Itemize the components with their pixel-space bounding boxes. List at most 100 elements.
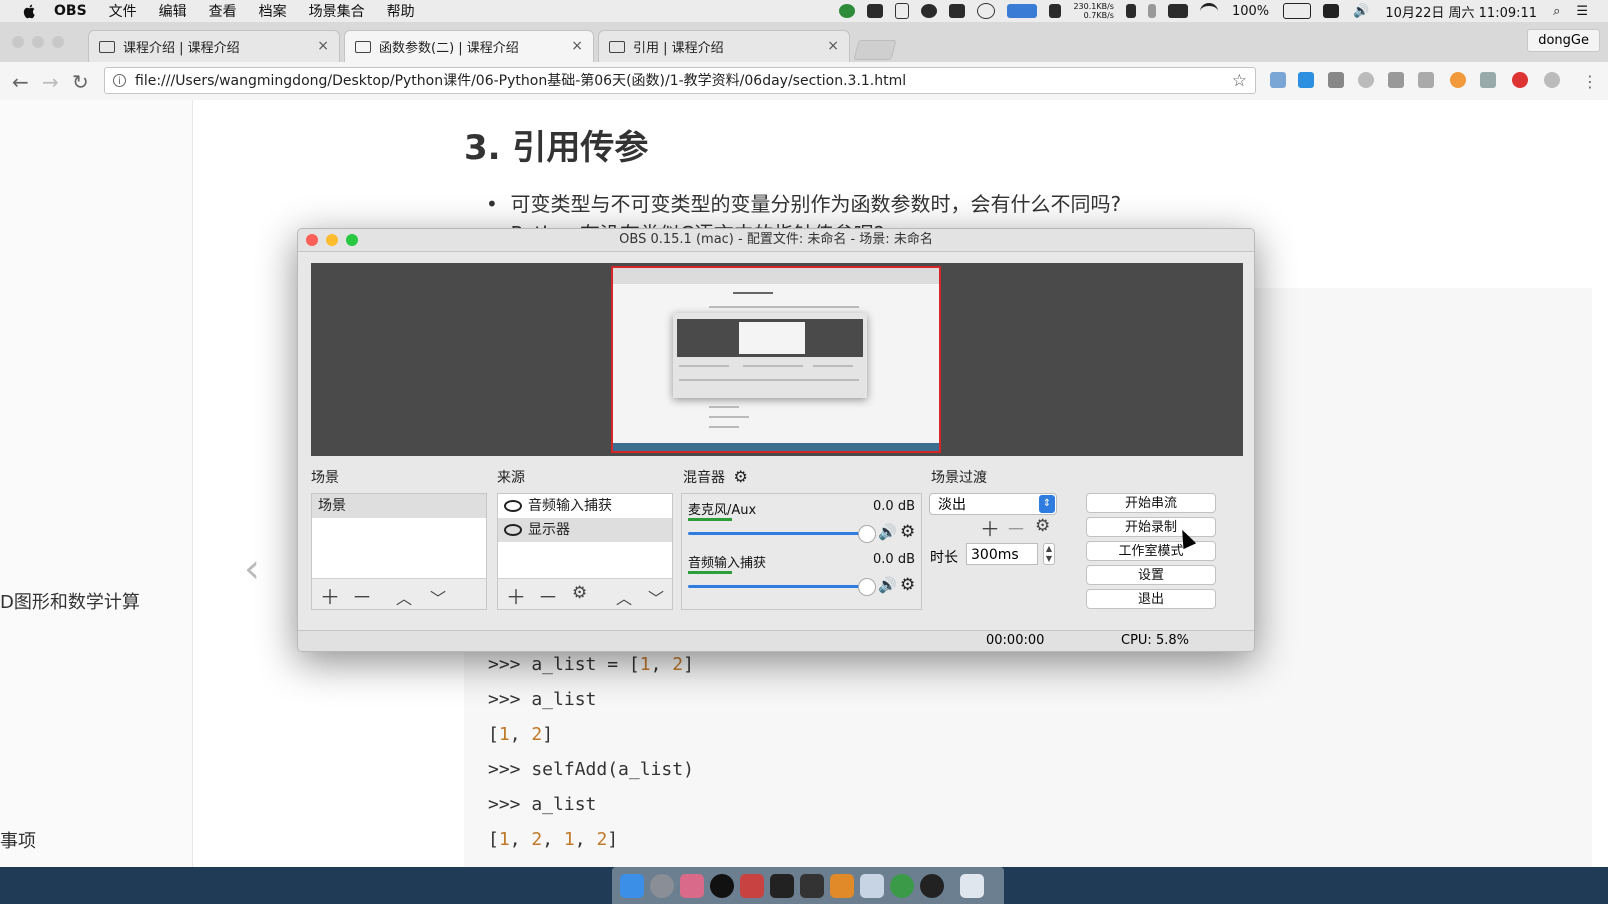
tab-reference[interactable]: 引用 | 课程介绍 × [598, 30, 850, 62]
notification-center-icon[interactable]: ☰ [1576, 4, 1588, 19]
memory-icon[interactable] [1049, 4, 1062, 18]
close-tab-icon[interactable]: × [827, 38, 839, 54]
wifi-icon[interactable] [1199, 2, 1218, 20]
sublime-text-icon[interactable] [830, 873, 854, 898]
address-bar[interactable]: i file:///Users/wangmingdong/Desktop/Pyt… [104, 67, 1256, 94]
extension-icon[interactable] [1480, 72, 1496, 88]
terminal-icon[interactable] [770, 873, 794, 898]
tab-function-params[interactable]: 函数参数(二) | 课程介绍 × [344, 30, 594, 62]
speaker-icon[interactable]: 🔊 [878, 523, 897, 541]
volume-slider[interactable] [688, 532, 863, 535]
extension-icon[interactable] [1450, 72, 1466, 88]
airplane-icon[interactable] [895, 3, 910, 19]
sync-icon[interactable] [839, 4, 856, 18]
qr-code-icon[interactable] [1328, 72, 1344, 88]
disk-icon[interactable] [1125, 4, 1136, 18]
network-speed[interactable]: 230.1KB/s 0.7KB/s [1073, 2, 1114, 20]
channel-gear-icon[interactable]: ⚙ [900, 522, 915, 542]
trash-icon[interactable] [960, 873, 984, 898]
spotlight-icon[interactable]: ⌕ [1553, 4, 1560, 19]
photos-icon[interactable] [680, 873, 704, 898]
settings-button[interactable]: 设置 [1086, 565, 1216, 585]
finder-icon[interactable] [620, 873, 644, 898]
forward-icon[interactable]: → [42, 70, 59, 94]
remove-transition-icon[interactable]: － [1006, 513, 1026, 542]
minimize-window-button[interactable] [326, 234, 338, 246]
cpu-graph-icon[interactable] [1007, 4, 1038, 18]
speaker-icon[interactable]: 🔊 [878, 576, 897, 594]
terminal-icon[interactable] [800, 873, 824, 898]
duration-input[interactable]: 300ms [966, 543, 1038, 565]
launchpad-icon[interactable] [650, 873, 674, 898]
move-down-icon[interactable]: ﹀ [430, 585, 446, 609]
move-up-icon[interactable]: ︿ [616, 585, 632, 609]
profile-button[interactable]: dongGe [1527, 29, 1600, 52]
apple-icon[interactable] [22, 3, 38, 19]
obs-icon[interactable] [920, 873, 944, 898]
transition-gear-icon[interactable]: ⚙ [1035, 516, 1050, 536]
prev-page-icon[interactable]: ‹ [244, 546, 260, 592]
record-icon[interactable] [921, 4, 938, 18]
start-recording-button[interactable]: 开始录制 [1086, 517, 1216, 537]
remove-source-icon[interactable]: － [538, 581, 558, 610]
volume-slider-knob[interactable] [858, 525, 876, 543]
menu-app-obs[interactable]: OBS [54, 3, 87, 19]
extension-icon[interactable] [1388, 72, 1404, 88]
start-streaming-button[interactable]: 开始串流 [1086, 493, 1216, 513]
extension-icon[interactable] [1298, 72, 1314, 88]
studio-mode-button[interactable]: 工作室模式 [1086, 541, 1216, 561]
sidebar-item[interactable]: 事项 [0, 827, 36, 853]
sidebar-item[interactable]: D图形和数学计算 [0, 588, 140, 614]
bluetooth-icon[interactable] [1147, 4, 1156, 18]
eye-icon[interactable] [504, 500, 522, 512]
volume-icon[interactable]: 🔊 [1353, 4, 1369, 19]
bookmark-star-icon[interactable]: ☆ [1232, 68, 1247, 93]
minimize-window-button[interactable] [32, 36, 44, 48]
close-tab-icon[interactable]: × [317, 38, 329, 54]
source-settings-gear-icon[interactable]: ⚙ [572, 583, 587, 603]
volume-slider[interactable] [688, 585, 863, 588]
timer-icon[interactable] [977, 3, 996, 19]
menu-edit[interactable]: 编辑 [159, 1, 187, 21]
app-icon[interactable] [860, 873, 884, 898]
chrome-icon[interactable] [890, 873, 914, 898]
menu-kebab-icon[interactable]: ⋮ [1582, 72, 1598, 91]
zoom-window-button[interactable] [346, 234, 358, 246]
window-icon[interactable] [867, 4, 884, 18]
source-item[interactable]: 音频输入捕获 [498, 494, 672, 518]
app-icon[interactable] [740, 873, 764, 898]
menu-profile[interactable]: 档案 [259, 1, 287, 21]
menu-scene-collection[interactable]: 场景集合 [309, 1, 365, 21]
move-down-icon[interactable]: ﹀ [648, 585, 664, 609]
menu-file[interactable]: 文件 [109, 1, 137, 21]
monitor-icon[interactable] [949, 4, 966, 18]
zoom-window-button[interactable] [52, 36, 64, 48]
preview-area[interactable] [311, 263, 1243, 456]
exit-button[interactable]: 退出 [1086, 589, 1216, 609]
reload-icon[interactable]: ↻ [72, 70, 89, 94]
eye-icon[interactable] [504, 524, 522, 536]
move-up-icon[interactable]: ︿ [396, 585, 412, 609]
extension-icon[interactable] [1418, 72, 1434, 88]
add-transition-icon[interactable]: ＋ [980, 513, 1000, 542]
back-icon[interactable]: ← [12, 70, 29, 94]
keyboard-icon[interactable] [1167, 4, 1188, 18]
mixer-gear-icon[interactable]: ⚙ [733, 467, 747, 486]
close-window-button[interactable] [306, 234, 318, 246]
source-item[interactable]: 显示器 [498, 518, 672, 542]
new-tab-button[interactable] [853, 40, 897, 60]
adblock-icon[interactable] [1512, 72, 1528, 88]
battery-icon[interactable] [1283, 3, 1312, 19]
close-window-button[interactable] [12, 36, 24, 48]
remove-scene-icon[interactable]: － [352, 581, 372, 610]
extension-icon[interactable] [1358, 72, 1374, 88]
add-source-icon[interactable]: ＋ [506, 581, 526, 610]
extension-icon[interactable] [1270, 72, 1286, 88]
channel-gear-icon[interactable]: ⚙ [900, 575, 915, 595]
close-tab-icon[interactable]: × [571, 38, 583, 54]
qq-icon[interactable] [710, 873, 734, 898]
transition-select[interactable]: 淡出 ⇕ [929, 493, 1057, 515]
menu-help[interactable]: 帮助 [387, 1, 415, 21]
clock[interactable]: 10月22日 周六 11:09:11 [1385, 2, 1537, 21]
add-scene-icon[interactable]: ＋ [320, 581, 340, 610]
